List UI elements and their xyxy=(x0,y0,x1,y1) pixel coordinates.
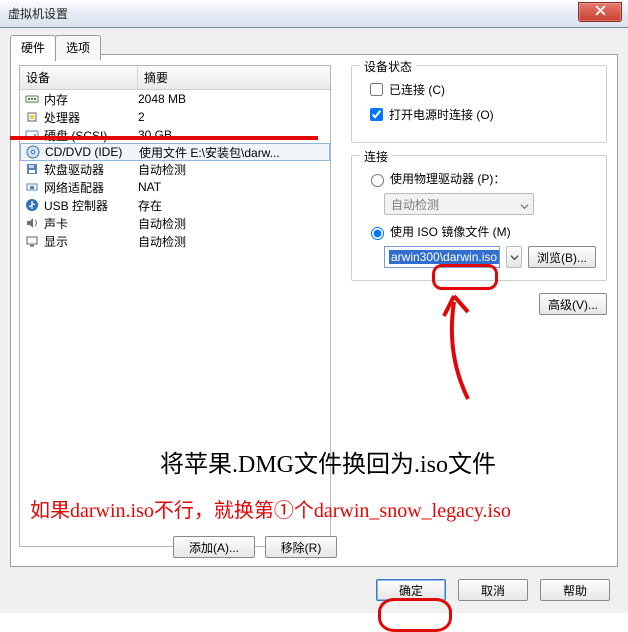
device-row-sound[interactable]: 声卡 自动检测 xyxy=(20,214,330,232)
device-name: 处理器 xyxy=(44,109,138,126)
device-name: 网络适配器 xyxy=(44,179,138,196)
floppy-icon xyxy=(24,161,40,177)
device-row-usb[interactable]: USB 控制器 存在 xyxy=(20,196,330,214)
add-device-button[interactable]: 添加(A)... xyxy=(173,536,255,558)
annotation-text-1: 将苹果.DMG文件换回为.iso文件 xyxy=(160,444,496,479)
device-name: 硬盘 (SCSI) xyxy=(44,127,138,144)
device-row-cddvd[interactable]: CD/DVD (IDE) 使用文件 E:\安装包\darw... xyxy=(20,143,330,161)
titlebar: 虚拟机设置 xyxy=(0,0,628,28)
chevron-down-icon xyxy=(520,200,529,214)
memory-icon xyxy=(24,91,40,107)
dialog-button-row: 确定 取消 帮助 xyxy=(0,567,628,613)
annotation-red-underline xyxy=(10,136,318,140)
tabstrip: 硬件 选项 xyxy=(10,34,100,60)
close-icon xyxy=(595,5,606,19)
add-device-label: 添加(A)... xyxy=(189,539,239,556)
radio-use-physical-input[interactable] xyxy=(371,174,384,187)
col-device[interactable]: 设备 xyxy=(20,66,138,89)
device-name: CD/DVD (IDE) xyxy=(45,145,139,159)
sound-icon xyxy=(24,215,40,231)
device-list-header: 设备 摘要 xyxy=(20,66,330,90)
help-button[interactable]: 帮助 xyxy=(540,579,610,601)
disk-icon xyxy=(24,127,40,143)
device-name: 软盘驱动器 xyxy=(44,161,138,178)
physical-drive-value: 自动检测 xyxy=(391,196,439,213)
close-button[interactable] xyxy=(578,2,622,22)
device-summary: NAT xyxy=(138,180,330,194)
device-summary: 自动检测 xyxy=(138,161,330,178)
nic-icon xyxy=(24,179,40,195)
radio-use-iso-label: 使用 ISO 镜像文件 (M) xyxy=(390,223,511,240)
device-name: USB 控制器 xyxy=(44,197,138,214)
checkbox-connected-label: 已连接 (C) xyxy=(389,81,445,98)
remove-device-button[interactable]: 移除(R) xyxy=(265,536,337,558)
cancel-button[interactable]: 取消 xyxy=(458,579,528,601)
device-summary: 2 xyxy=(138,110,330,124)
radio-use-physical[interactable]: 使用物理驱动器 (P)： xyxy=(366,170,596,187)
device-row-disk[interactable]: 硬盘 (SCSI) 30 GB xyxy=(20,126,330,144)
annotation-arrow-icon xyxy=(438,294,478,407)
remove-device-label: 移除(R) xyxy=(281,539,322,556)
browse-button[interactable]: 浏览(B)... xyxy=(528,246,596,268)
checkbox-connected-input[interactable] xyxy=(370,83,383,96)
chevron-down-icon[interactable] xyxy=(506,246,522,268)
radio-use-iso[interactable]: 使用 ISO 镜像文件 (M) xyxy=(366,223,596,240)
tabpanel-hardware: 设备 摘要 内存 2048 MB 处理器 2 硬盘 (SCSI) 30 GB C… xyxy=(10,54,618,567)
device-summary: 自动检测 xyxy=(138,215,330,232)
device-summary: 使用文件 E:\安装包\darw... xyxy=(139,144,329,161)
checkbox-connected[interactable]: 已连接 (C) xyxy=(366,80,596,99)
device-name: 声卡 xyxy=(44,215,138,232)
annotation-circle-ok xyxy=(378,598,452,632)
group-device-status: 设备状态 已连接 (C) 打开电源时连接 (O) xyxy=(351,65,607,143)
cd-icon xyxy=(25,144,41,160)
tab-hardware[interactable]: 硬件 xyxy=(10,35,56,61)
legend-status: 设备状态 xyxy=(360,58,416,75)
col-summary[interactable]: 摘要 xyxy=(138,66,330,89)
checkbox-connect-on-power-label: 打开电源时连接 (O) xyxy=(389,106,494,123)
device-row-cpu[interactable]: 处理器 2 xyxy=(20,108,330,126)
device-row-display[interactable]: 显示 自动检测 xyxy=(20,232,330,250)
device-summary: 2048 MB xyxy=(138,92,330,106)
radio-use-physical-label: 使用物理驱动器 (P)： xyxy=(390,170,505,187)
device-name: 内存 xyxy=(44,91,138,108)
radio-use-iso-input[interactable] xyxy=(371,227,384,240)
iso-path-value: arwin300\darwin.iso xyxy=(389,250,499,264)
display-icon xyxy=(24,233,40,249)
annotation-circle-iso xyxy=(432,264,498,290)
device-row-floppy[interactable]: 软盘驱动器 自动检测 xyxy=(20,160,330,178)
annotation-text-2: 如果darwin.iso不行，就换第①个darwin_snow_legacy.i… xyxy=(30,494,511,523)
tab-options-label: 选项 xyxy=(66,41,90,55)
device-row-memory[interactable]: 内存 2048 MB xyxy=(20,90,330,108)
physical-drive-combo[interactable]: 自动检测 xyxy=(384,193,534,215)
group-connection: 连接 使用物理驱动器 (P)： 自动检测 使用 ISO 镜像文件 (M) xyxy=(351,155,607,281)
dialog-body: 硬件 选项 设备 摘要 内存 2048 MB 处理器 2 硬盘 (SCSI) xyxy=(0,28,628,613)
device-action-buttons: 添加(A)... 移除(R) xyxy=(173,536,337,558)
window-title: 虚拟机设置 xyxy=(8,5,68,22)
device-row-nic[interactable]: 网络适配器 NAT xyxy=(20,178,330,196)
device-name: 显示 xyxy=(44,233,138,250)
advanced-button[interactable]: 高级(V)... xyxy=(539,293,607,315)
help-button-label: 帮助 xyxy=(563,582,587,599)
cpu-icon xyxy=(24,109,40,125)
usb-icon xyxy=(24,197,40,213)
cancel-button-label: 取消 xyxy=(481,582,505,599)
device-summary: 存在 xyxy=(138,197,330,214)
legend-connection: 连接 xyxy=(360,148,392,165)
browse-button-label: 浏览(B)... xyxy=(537,249,587,266)
ok-button-label: 确定 xyxy=(399,582,423,599)
checkbox-connect-on-power-input[interactable] xyxy=(370,108,383,121)
tab-options[interactable]: 选项 xyxy=(55,35,101,60)
tab-hardware-label: 硬件 xyxy=(21,41,45,55)
physical-drive-combo-wrap: 自动检测 xyxy=(384,193,596,215)
checkbox-connect-on-power[interactable]: 打开电源时连接 (O) xyxy=(366,105,596,124)
device-summary: 自动检测 xyxy=(138,233,330,250)
advanced-button-label: 高级(V)... xyxy=(548,296,598,313)
